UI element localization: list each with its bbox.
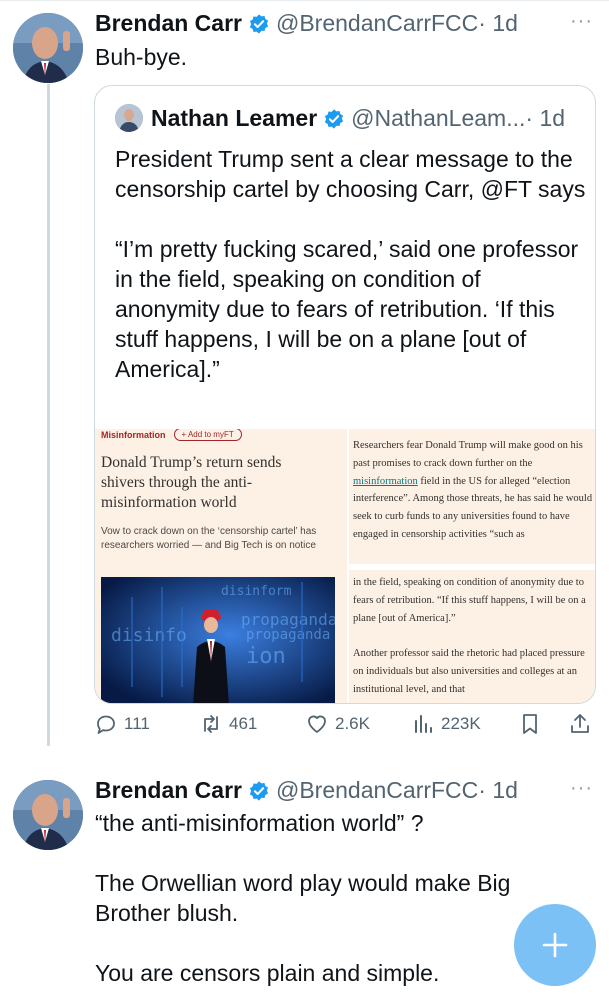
- avatar[interactable]: [13, 780, 83, 850]
- views-chart-icon: [415, 715, 432, 733]
- quoted-tweet-card[interactable]: Nathan Leamer @NathanLeam... · 1d Presid…: [94, 85, 596, 704]
- quoted-author-name[interactable]: Nathan Leamer: [151, 105, 317, 132]
- article-headline: Donald Trump’s return sends shivers thro…: [101, 454, 282, 511]
- article-photo-illustration: disinform propaganda disinfo propaganda …: [101, 577, 335, 703]
- tweet-time[interactable]: · 1d: [478, 10, 518, 37]
- add-to-myft-label: + Add to myFT: [173, 429, 242, 441]
- verified-badge-icon: [248, 780, 270, 802]
- retweet-icon: [204, 715, 218, 733]
- verified-badge-icon: [248, 13, 270, 35]
- bookmark-button[interactable]: [518, 712, 548, 736]
- author-name[interactable]: Brendan Carr: [95, 777, 242, 804]
- more-options-icon[interactable]: ···: [570, 777, 593, 800]
- views-count: 223K: [441, 714, 481, 733]
- quoted-tweet-header: Nathan Leamer @NathanLeam... · 1d: [151, 105, 565, 132]
- photo-word: propaganda: [246, 627, 330, 643]
- article-screenshot-image[interactable]: Misinformation + Add to myFT Donald Trum…: [95, 429, 595, 703]
- tweet-text: “the anti-misinformation world” ? The Or…: [95, 810, 511, 986]
- views-button[interactable]: 223K: [411, 712, 481, 736]
- photo-word: disinfo: [111, 625, 187, 646]
- article-photo: disinform propaganda disinfo propaganda …: [101, 577, 335, 703]
- tweet-text: Buh-bye.: [95, 44, 188, 70]
- avatar-photo: [13, 780, 83, 850]
- quoted-author-avatar[interactable]: [115, 104, 143, 132]
- top-divider: [0, 0, 609, 1]
- avatar[interactable]: [13, 13, 83, 83]
- tweet-header: Brendan Carr @BrendanCarrFCC · 1d: [95, 777, 518, 804]
- bookmark-icon: [523, 714, 537, 734]
- retweet-count: 461: [229, 714, 258, 733]
- more-options-icon[interactable]: ···: [570, 10, 593, 33]
- article-standfirst: Vow to crack down on the ‘censorship car…: [101, 526, 317, 551]
- article-tag: Misinformation: [101, 429, 166, 440]
- quoted-tweet-text: President Trump sent a clear message to …: [115, 146, 586, 382]
- article-left-panel: Misinformation + Add to myFT Donald Trum…: [95, 429, 344, 703]
- plus-icon: [542, 932, 568, 958]
- tweet-time[interactable]: · 1d: [478, 777, 518, 804]
- photo-word: ion: [246, 644, 286, 669]
- photo-word: disinform: [221, 584, 292, 599]
- retweet-button[interactable]: 461: [199, 712, 257, 736]
- misinformation-link: misinformation: [353, 475, 418, 487]
- author-handle[interactable]: @BrendanCarrFCC: [276, 777, 478, 804]
- share-button[interactable]: [568, 712, 598, 736]
- like-count: 2.6K: [335, 714, 370, 733]
- share-icon: [571, 714, 589, 733]
- article-body-text: Researchers fear Donald Trump will make …: [353, 440, 583, 469]
- tweet-header: Brendan Carr @BrendanCarrFCC · 1d: [95, 10, 518, 37]
- reply-count: 111: [124, 714, 150, 733]
- verified-badge-icon: [323, 108, 345, 130]
- quoted-tweet-time[interactable]: · 1d: [525, 105, 565, 132]
- article-column-top: Researchers fear Donald Trump will make …: [353, 437, 595, 561]
- reply-button[interactable]: 111: [94, 712, 150, 736]
- column-break: [347, 564, 595, 570]
- compose-tweet-button[interactable]: [514, 904, 596, 986]
- author-handle[interactable]: @BrendanCarrFCC: [276, 10, 478, 37]
- tweet-action-bar: 111 461 2.6K 223K: [94, 712, 596, 746]
- avatar-photo: [13, 13, 83, 83]
- thread-connector-line: [47, 84, 50, 746]
- article-tag-row: Misinformation + Add to myFT: [101, 429, 242, 441]
- like-button[interactable]: 2.6K: [305, 712, 370, 736]
- author-name[interactable]: Brendan Carr: [95, 10, 242, 37]
- heart-icon: [308, 715, 326, 733]
- quoted-author-handle[interactable]: @NathanLeam...: [351, 105, 525, 132]
- reply-icon: [97, 715, 115, 734]
- article-column-bottom: in the field, speaking on condition of a…: [353, 577, 586, 695]
